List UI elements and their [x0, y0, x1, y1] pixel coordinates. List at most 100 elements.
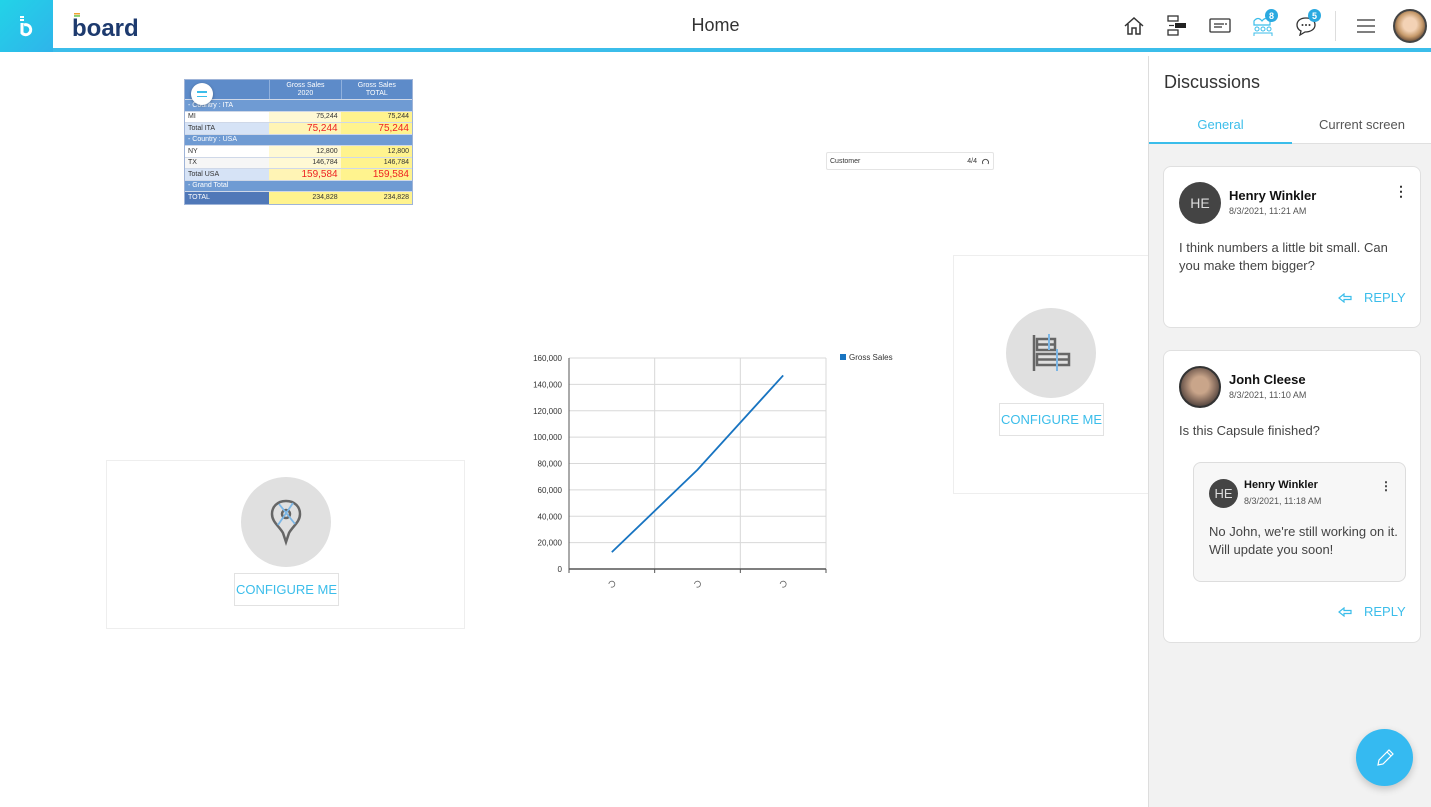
top-bar: board Home 8 5 — [0, 0, 1431, 52]
unconfigured-widget-bullet: CONFIGURE ME — [953, 255, 1149, 494]
group-label: - Country : USA — [188, 136, 238, 144]
gross-sales-line-chart: 0 20,000 40,000 60,000 80,000 100,000 120,000 1… — [533, 353, 893, 588]
cell-value: 159,584 — [340, 169, 412, 180]
legend-swatch — [840, 354, 846, 360]
avatar — [1179, 366, 1221, 408]
home-icon — [1124, 16, 1143, 35]
grand-total-row: TOTAL 234,828 234,828 — [185, 192, 412, 204]
header-gross-sales-2020[interactable]: Gross Sales 2020 — [269, 80, 340, 99]
new-discussion-button[interactable] — [1356, 729, 1413, 786]
bullet-chart-icon — [1032, 334, 1071, 371]
tab-general[interactable]: General — [1149, 117, 1292, 132]
main-menu-button[interactable] — [1344, 0, 1387, 52]
map-icon-circle — [241, 477, 331, 567]
tree-nav-icon — [1166, 15, 1186, 36]
y-tick-label: 60,000 — [538, 486, 563, 495]
tab-current-screen[interactable]: Current screen — [1292, 117, 1431, 132]
y-tick-label: 20,000 — [538, 539, 563, 548]
discussions-button[interactable]: 5 — [1284, 0, 1327, 52]
message-text: No John, we're still working on it. Will… — [1209, 524, 1398, 557]
selector-label: Customer — [830, 157, 861, 165]
pencil-icon — [1376, 748, 1394, 766]
total-row: Total ITA 75,244 75,244 — [185, 123, 412, 135]
card-icon — [1208, 18, 1231, 33]
x-category-label-icon — [779, 580, 787, 588]
group-label: - Grand Total — [188, 182, 229, 190]
unconfigured-widget-map: CONFIGURE ME — [106, 460, 465, 629]
reply-icon — [1338, 292, 1352, 303]
reply-icon — [1338, 606, 1352, 617]
row-label: Total USA — [185, 169, 270, 180]
x-category-label-icon — [694, 580, 701, 588]
y-tick-label: 160,000 — [533, 354, 562, 363]
row-label: Total ITA — [185, 123, 270, 134]
hamburger-menu-icon — [1356, 19, 1375, 33]
reply-card: HE Henry Winkler 8/3/2021, 11:18 AM ⋮ No… — [1193, 462, 1406, 582]
y-tick-label: 100,000 — [533, 433, 562, 442]
reply-button[interactable]: REPLY — [1338, 604, 1406, 619]
header-gross-sales-total[interactable]: Gross Sales TOTAL — [340, 80, 412, 99]
group-row-ita[interactable]: - Country : ITA — [185, 100, 412, 112]
customer-selector[interactable]: Customer 4/4 — [826, 152, 994, 170]
y-tick-label: 0 — [558, 565, 563, 574]
discussions-title: Discussions — [1164, 72, 1261, 92]
cell-value: 75,244 — [269, 111, 341, 122]
object-menu-button[interactable] — [191, 83, 213, 105]
reply-label: REPLY — [1364, 290, 1406, 305]
x-category-label-icon — [608, 580, 616, 588]
bullet-chart-icon-circle — [1006, 308, 1096, 398]
discussion-card: Jonh Cleese 8/3/2021, 11:10 AM Is this C… — [1163, 350, 1421, 643]
row-label: TOTAL — [185, 192, 270, 204]
home-button[interactable] — [1112, 0, 1155, 52]
y-tick-label: 80,000 — [538, 460, 563, 469]
avatar: HE — [1179, 182, 1221, 224]
message-text: Is this Capsule finished? — [1179, 423, 1320, 438]
toolbar-divider — [1335, 11, 1336, 41]
cell-value: 12,800 — [340, 146, 412, 157]
configure-me-button[interactable]: CONFIGURE ME — [999, 403, 1104, 436]
post-date: 8/3/2021, 11:21 AM — [1229, 206, 1307, 216]
row-label: NY — [188, 147, 198, 155]
reply-button[interactable]: REPLY — [1338, 290, 1406, 305]
presentation-button[interactable] — [1198, 0, 1241, 52]
post-date: 8/3/2021, 11:10 AM — [1229, 390, 1307, 400]
cell-value: 12,800 — [269, 146, 341, 157]
collaborators-badge: 8 — [1265, 9, 1278, 22]
refresh-icon — [982, 158, 989, 164]
cell-value: 75,244 — [340, 123, 412, 134]
message-text: I think numbers a little bit small. Can … — [1179, 240, 1388, 273]
table-row: NY 12,800 12,800 — [185, 146, 412, 158]
more-options-icon[interactable]: ⋮ — [1380, 479, 1392, 493]
author-name: Henry Winkler — [1244, 479, 1318, 491]
cell-value: 234,828 — [269, 192, 341, 204]
discussions-panel: Discussions General Current screen HE He… — [1148, 56, 1431, 807]
table-header-row: Gross Sales 2020 Gross Sales TOTAL — [185, 80, 412, 100]
cell-value: 75,244 — [269, 123, 341, 134]
top-toolbar: 8 5 — [1112, 0, 1431, 52]
row-label: MI — [188, 113, 196, 121]
y-tick-label: 120,000 — [533, 407, 562, 416]
cell-value: 159,584 — [269, 169, 341, 180]
collaborators-button[interactable]: 8 — [1241, 0, 1284, 52]
navigation-button[interactable] — [1155, 0, 1198, 52]
post-date: 8/3/2021, 11:18 AM — [1244, 496, 1322, 506]
group-row-usa[interactable]: - Country : USA — [185, 134, 412, 146]
group-label: - Country : ITA — [188, 101, 233, 109]
total-row: Total USA 159,584 159,584 — [185, 169, 412, 181]
cell-value: 146,784 — [340, 157, 412, 168]
discussions-header: Discussions General Current screen — [1149, 56, 1431, 144]
active-tab-indicator — [1149, 142, 1292, 144]
row-label: TX — [188, 159, 197, 167]
avatar: HE — [1209, 479, 1238, 508]
discussions-badge: 5 — [1308, 9, 1321, 22]
group-row-grand-total[interactable]: - Grand Total — [185, 180, 412, 192]
dataview-table: Gross Sales 2020 Gross Sales TOTAL - Count… — [184, 79, 413, 205]
cell-value: 75,244 — [340, 111, 412, 122]
map-pin-icon — [270, 499, 302, 546]
user-avatar[interactable] — [1393, 9, 1427, 43]
cell-value: 146,784 — [269, 157, 341, 168]
more-options-icon[interactable]: ⋮ — [1394, 183, 1408, 200]
author-name: Jonh Cleese — [1229, 372, 1306, 387]
configure-me-button[interactable]: CONFIGURE ME — [234, 573, 339, 606]
table-row: MI 75,244 75,244 — [185, 111, 412, 123]
